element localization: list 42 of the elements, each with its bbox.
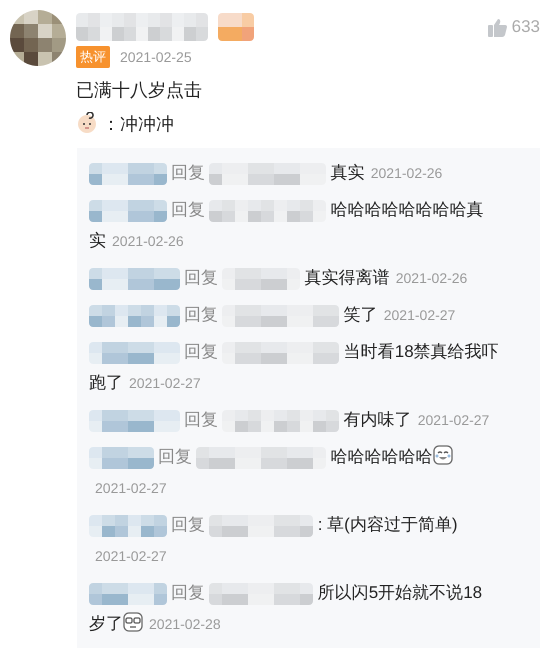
hot-comment-tag: 热评 bbox=[76, 46, 110, 68]
reply-text: 真实 bbox=[330, 163, 365, 182]
reply-date: 2021-02-26 bbox=[112, 232, 184, 251]
reply-text: 有内味了 bbox=[344, 410, 412, 429]
reply-date: 2021-02-27 bbox=[129, 374, 201, 393]
glasses-emoji-icon bbox=[123, 612, 143, 632]
reply-label: 回复 bbox=[184, 268, 218, 287]
reply-date: 2021-02-26 bbox=[370, 164, 442, 183]
reply-date: 2021-02-27 bbox=[418, 411, 490, 430]
reply-label: 回复 bbox=[158, 447, 192, 466]
reply-label: 回复 bbox=[171, 583, 205, 602]
comment-text: 已满十八岁点击 bbox=[76, 80, 202, 100]
comment-text: ：冲冲冲 bbox=[102, 114, 174, 134]
comment-date: 2021-02-25 bbox=[120, 49, 192, 65]
reply-text: 岁了 bbox=[89, 614, 123, 633]
reply-text: 跑了 bbox=[89, 373, 123, 392]
reply-date: 2021-02-26 bbox=[396, 269, 468, 288]
reply-text: 当时看18禁真给我吓 bbox=[344, 342, 499, 361]
reply-text: 所以闪5开始就不说18 bbox=[318, 583, 482, 602]
like-count: 633 bbox=[512, 17, 540, 37]
reply-label: 回复 bbox=[184, 342, 218, 361]
thumbs-up-icon[interactable] bbox=[488, 18, 508, 36]
reply-date: 2021-02-27 bbox=[95, 547, 167, 566]
reply-text: 哈哈哈哈哈哈 bbox=[330, 447, 433, 466]
avatar[interactable] bbox=[10, 10, 66, 66]
reply-text: 实 bbox=[89, 231, 106, 250]
blurred-badge bbox=[218, 13, 254, 41]
reply-label: 回复 bbox=[171, 200, 205, 219]
reply-text: 真实得离谱 bbox=[304, 268, 390, 287]
reply-label: 回复 bbox=[171, 163, 205, 182]
reply-text: 哈哈哈哈哈哈哈哈真 bbox=[330, 200, 484, 219]
reply-label: 回复 bbox=[184, 410, 218, 429]
reply-text: : 草(内容过于简单) bbox=[318, 515, 458, 534]
reply-label: 回复 bbox=[184, 305, 218, 324]
reply-date: 2021-02-27 bbox=[384, 306, 456, 325]
reply-date: 2021-02-27 bbox=[95, 479, 167, 498]
baby-emoji-icon bbox=[76, 112, 98, 134]
reply-label: 回复 bbox=[171, 515, 205, 534]
blurred-name bbox=[89, 446, 154, 469]
reply-date: 2021-02-28 bbox=[149, 615, 221, 634]
reply-text: 笑了 bbox=[344, 305, 378, 324]
laughing-emoji-icon bbox=[432, 445, 453, 465]
